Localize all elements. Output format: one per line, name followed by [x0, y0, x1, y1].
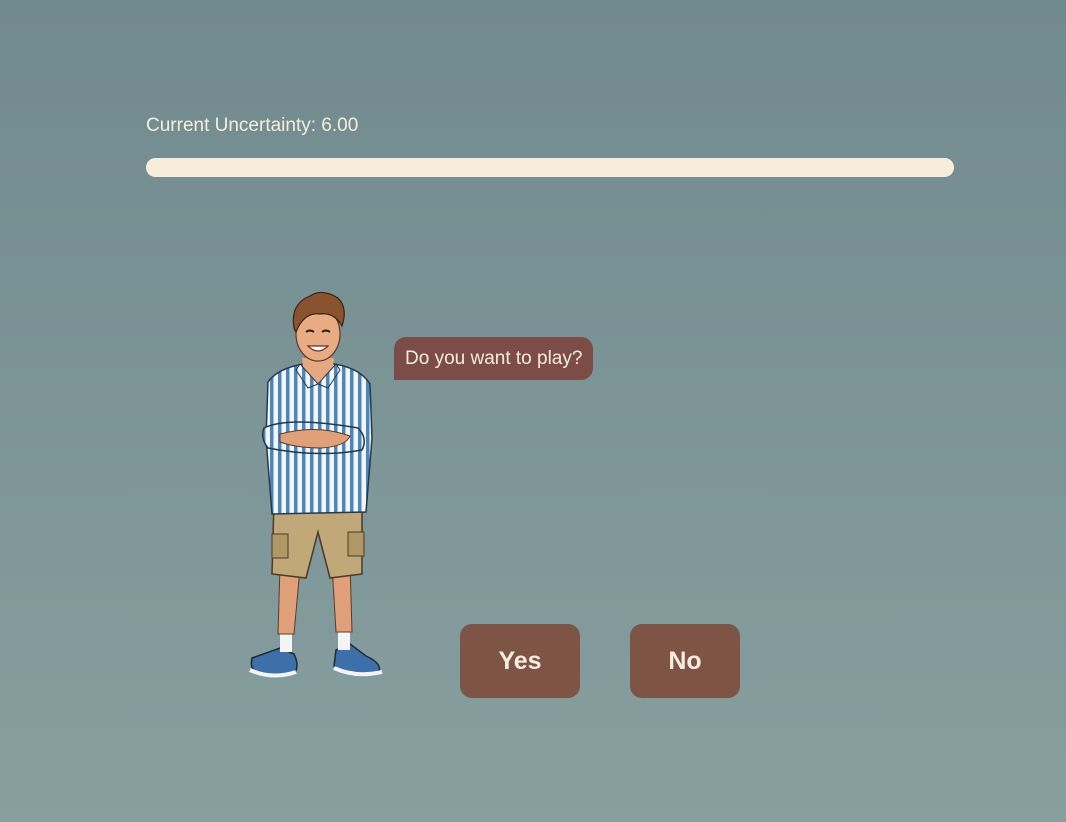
- uncertainty-progress-bar: [146, 158, 954, 177]
- uncertainty-label: Current Uncertainty: 6.00: [146, 115, 359, 136]
- speech-bubble: Do you want to play?: [394, 337, 594, 380]
- uncertainty-progress-fill: [146, 158, 954, 177]
- smiling-man-character-icon: [238, 288, 398, 683]
- no-button[interactable]: No: [630, 624, 740, 698]
- yes-button[interactable]: Yes: [460, 624, 580, 698]
